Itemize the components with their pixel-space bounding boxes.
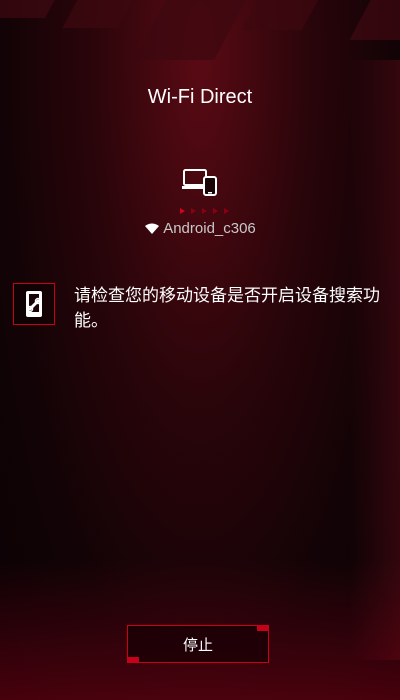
stop-button-label: 停止	[182, 635, 213, 654]
background-decoration	[349, 0, 400, 40]
background-decoration	[62, 0, 133, 28]
background-decoration	[0, 0, 55, 18]
laptop-phone-icon	[182, 169, 217, 196]
hint-message: 请检查您的移动设备是否开启设备搜索功能。	[74, 286, 380, 331]
background-decoration	[134, 0, 246, 60]
phone-link-icon	[13, 283, 55, 325]
network-info: Android_c306	[0, 220, 400, 237]
network-name: Android_c306	[163, 220, 256, 237]
background-decoration	[242, 0, 318, 30]
connection-progress	[180, 208, 229, 214]
stop-button[interactable]: 停止	[127, 625, 269, 663]
page-title: Wi-Fi Direct	[147, 86, 253, 108]
wifi-icon	[145, 223, 160, 234]
